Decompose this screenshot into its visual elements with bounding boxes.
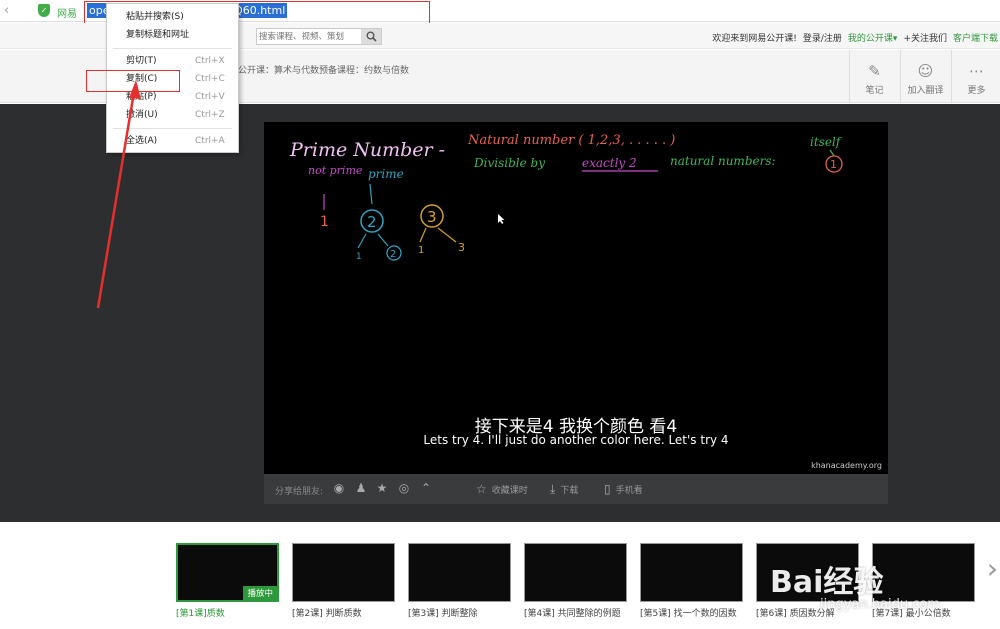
- share-label: 分享给朋友:: [275, 487, 324, 497]
- player-stage: Prime Number - Natural number ( 1,2,3, .…: [0, 104, 1000, 522]
- welcome-text: 欢迎来到网易公开课!: [712, 34, 797, 44]
- download-label: 下载: [560, 486, 579, 496]
- more-button[interactable]: ⋯ 更多: [951, 50, 1000, 103]
- lesson-title[interactable]: [第3课] 判断整除: [408, 606, 478, 619]
- menu-shortcut: Ctrl+Z: [195, 110, 225, 120]
- board-not-prime: not prime: [308, 164, 363, 177]
- back-icon[interactable]: ‹: [4, 3, 9, 18]
- lesson-title[interactable]: [第5课] 找一个数的因数: [640, 606, 737, 619]
- lesson-thumbnail[interactable]: [524, 543, 627, 602]
- more-label: 更多: [967, 86, 986, 96]
- board-divisible: Divisible by: [473, 156, 545, 170]
- translate-button[interactable]: ☺ 加入翻译: [900, 50, 950, 103]
- menu-divider: [113, 48, 232, 49]
- lesson-thumbnail[interactable]: [640, 543, 743, 602]
- menu-shortcut: Ctrl+X: [195, 56, 225, 66]
- lesson-thumbnail[interactable]: [292, 543, 395, 602]
- board-n3-b: 3: [458, 241, 465, 254]
- weibo-icon[interactable]: ◎: [397, 481, 411, 495]
- pencil-icon: ✎: [868, 62, 881, 80]
- baidu-watermark: Bai经验 jingyan.baidu.com: [770, 547, 995, 627]
- board-title: Prime Number -: [289, 139, 445, 161]
- board-one-small: 1: [356, 252, 362, 262]
- menu-item-select-all[interactable]: 全选(A) Ctrl+A: [107, 133, 238, 150]
- breadcrumb: 公开课：算术与代数预备课程：约数与倍数: [238, 66, 410, 76]
- menu-item-label: 粘贴并搜索(S): [126, 12, 184, 22]
- menu-divider: [113, 128, 232, 129]
- menu-item-label: 粘贴(P): [126, 92, 157, 102]
- favorite-label: 收藏课时: [491, 486, 528, 496]
- lesson-thumbnail[interactable]: [408, 543, 511, 602]
- favorite-button[interactable]: ☆ 收藏课时: [476, 482, 528, 496]
- video-player[interactable]: Prime Number - Natural number ( 1,2,3, .…: [264, 122, 888, 474]
- board-n1: 1: [320, 214, 329, 230]
- site-label: 网易: [57, 9, 77, 20]
- more-icon: ⋯: [969, 62, 984, 80]
- translate-icon: ☺: [917, 62, 934, 80]
- search-input[interactable]: [259, 30, 359, 43]
- lesson-title[interactable]: [第1课]质数: [176, 606, 225, 619]
- board-n3: 3: [427, 208, 437, 226]
- qq-icon[interactable]: ♟: [354, 481, 368, 495]
- board-circled-1: 1: [830, 158, 837, 171]
- client-download-link[interactable]: 客户端下载: [953, 31, 998, 44]
- video-watermark: khanacademy.org: [811, 461, 882, 470]
- star-outline-icon: ☆: [476, 482, 487, 496]
- board-n2-small: 2: [390, 249, 396, 260]
- menu-shortcut: Ctrl+A: [195, 136, 225, 146]
- mobile-view-button[interactable]: ▯ 手机看: [604, 482, 643, 496]
- menu-item-paste-search[interactable]: 粘贴并搜索(S): [107, 9, 238, 26]
- menu-item-label: 剪切(T): [126, 56, 157, 66]
- star-icon[interactable]: ★: [375, 481, 389, 495]
- baidu-logo: Bai经验: [770, 565, 884, 600]
- lesson-thumbnail[interactable]: 播放中: [176, 543, 279, 602]
- shield-icon: ✓: [38, 4, 50, 17]
- follow-link[interactable]: +关注我们: [903, 31, 947, 44]
- download-button[interactable]: ⤓ 下载: [550, 482, 578, 497]
- chevron-up-icon[interactable]: ⌃: [419, 481, 433, 495]
- copy-annotation-box: [86, 70, 180, 92]
- subtitle-english: Lets try 4. I'll just do another color h…: [423, 433, 729, 447]
- playing-badge: 播放中: [243, 586, 277, 600]
- translate-label: 加入翻译: [907, 86, 944, 96]
- notes-button[interactable]: ✎ 笔记: [849, 50, 899, 103]
- notes-label: 笔记: [865, 86, 884, 96]
- board-exactly: exactly 2: [582, 156, 637, 170]
- mobile-view-label: 手机看: [615, 486, 643, 496]
- search-box: [256, 28, 382, 45]
- board-n2: 2: [367, 213, 377, 231]
- player-control-bar: 分享给朋友: ◉ ♟ ★ ◎ ⌃ ☆ 收藏课时 ⤓ 下载 ▯ 手机看: [264, 474, 888, 504]
- lesson-list: 播放中 [第1课]质数 [第2课] 判断质数 [第3课] 判断整除 [第4课] …: [0, 522, 1000, 629]
- menu-item-copy-title-url[interactable]: 复制标题和网址: [107, 27, 238, 44]
- mouse-cursor-icon: [498, 214, 505, 224]
- board-n1-b: 1: [418, 245, 424, 256]
- menu-shortcut: Ctrl+C: [195, 74, 225, 84]
- search-button[interactable]: [361, 29, 381, 44]
- board-itself: itself: [810, 135, 843, 149]
- board-definition: Natural number ( 1,2,3, . . . . . ): [467, 133, 675, 148]
- menu-item-label: 复制标题和网址: [126, 30, 190, 40]
- menu-item-undo[interactable]: 撤消(U) Ctrl+Z: [107, 107, 238, 124]
- header-links: 欢迎来到网易公开课! 登录/注册 我的公开课▾ +关注我们 客户端下载: [712, 31, 998, 44]
- search-icon: [366, 31, 377, 42]
- lesson-title[interactable]: [第4课] 共同整除的例题: [524, 606, 621, 619]
- phone-icon: ▯: [604, 482, 611, 496]
- board-prime: prime: [368, 167, 404, 181]
- menu-item-label: 撤消(U): [126, 110, 158, 120]
- menu-shortcut: Ctrl+V: [195, 92, 225, 102]
- board-natural-numbers: natural numbers:: [670, 154, 776, 168]
- lesson-title[interactable]: [第2课] 判断质数: [292, 606, 362, 619]
- wechat-icon[interactable]: ◉: [332, 481, 346, 495]
- login-link[interactable]: 登录/注册: [803, 31, 842, 44]
- menu-item-cut[interactable]: 剪切(T) Ctrl+X: [107, 53, 238, 70]
- baidu-url: jingyan.baidu.com: [820, 597, 940, 612]
- download-icon: ⤓: [550, 482, 556, 496]
- menu-item-label: 全选(A): [126, 136, 158, 146]
- my-courses-link[interactable]: 我的公开课▾: [848, 31, 898, 44]
